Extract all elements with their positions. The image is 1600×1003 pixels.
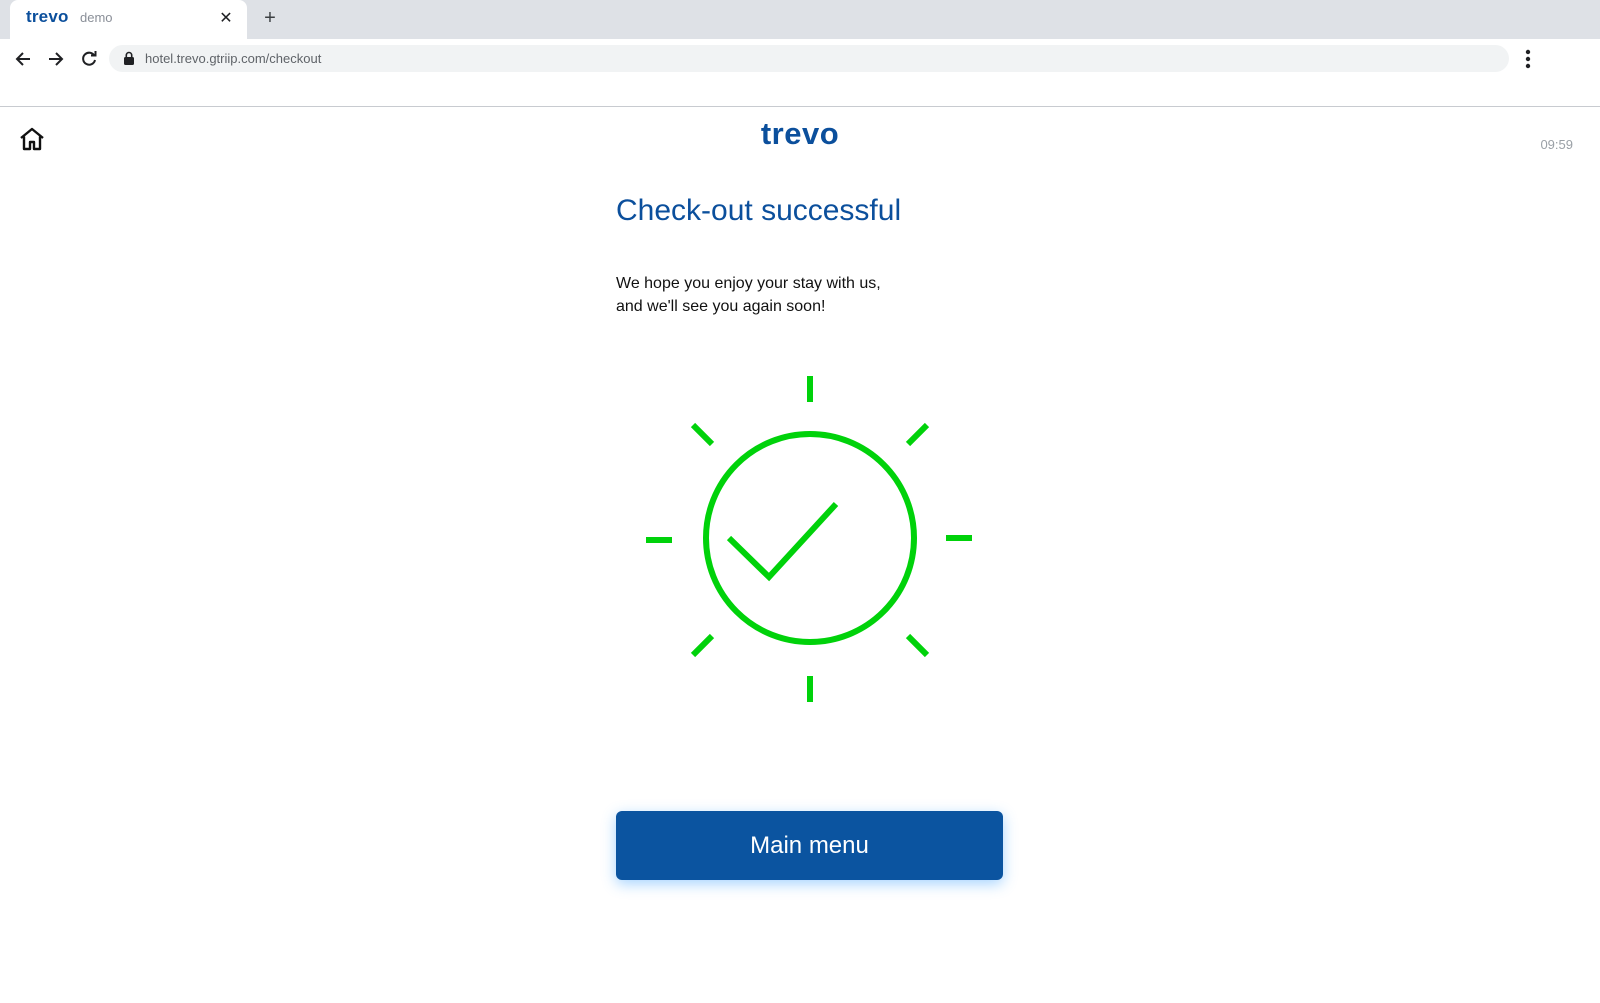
close-icon[interactable]: ✕ (217, 9, 235, 27)
tab-logo: trevo (26, 7, 69, 26)
browser-tabstrip: trevo demo ✕ + (0, 0, 1600, 39)
kebab-menu-icon (1525, 49, 1531, 69)
back-button[interactable] (11, 47, 35, 71)
browser-tab[interactable]: trevo demo ✕ (10, 0, 247, 39)
checkmark-circle-icon (646, 376, 972, 702)
ray-bottom-left (690, 633, 715, 658)
plus-icon: + (264, 6, 276, 29)
page-title: Check-out successful (616, 194, 902, 227)
ray-top-left (690, 422, 715, 447)
success-message: We hope you enjoy your stay with us, and… (616, 272, 881, 318)
reload-button[interactable] (77, 47, 101, 71)
reload-icon (82, 51, 97, 66)
clock: 09:59 (1540, 137, 1573, 152)
forward-button[interactable] (44, 47, 68, 71)
tab-subtitle: demo (80, 10, 113, 25)
main-menu-button[interactable]: Main menu (616, 811, 1003, 880)
check-stroke (726, 501, 839, 582)
success-message-line-2: and we'll see you again soon! (616, 298, 826, 315)
browser-menu-button[interactable] (1517, 47, 1539, 71)
ray-top-right (905, 422, 930, 447)
url-text: hotel.trevo.gtriip.com/checkout (145, 51, 322, 66)
arrow-left-icon (15, 52, 30, 66)
success-circle (703, 431, 917, 645)
lock-icon (124, 51, 134, 65)
arrow-right-icon (49, 52, 64, 66)
success-message-line-1: We hope you enjoy your stay with us, (616, 275, 881, 292)
browser-toolbar: hotel.trevo.gtriip.com/checkout (0, 39, 1600, 107)
ray-bottom-right (905, 633, 930, 658)
address-bar[interactable]: hotel.trevo.gtriip.com/checkout (109, 45, 1509, 72)
brand-logo: trevo (760, 116, 840, 151)
new-tab-button[interactable]: + (259, 7, 281, 29)
